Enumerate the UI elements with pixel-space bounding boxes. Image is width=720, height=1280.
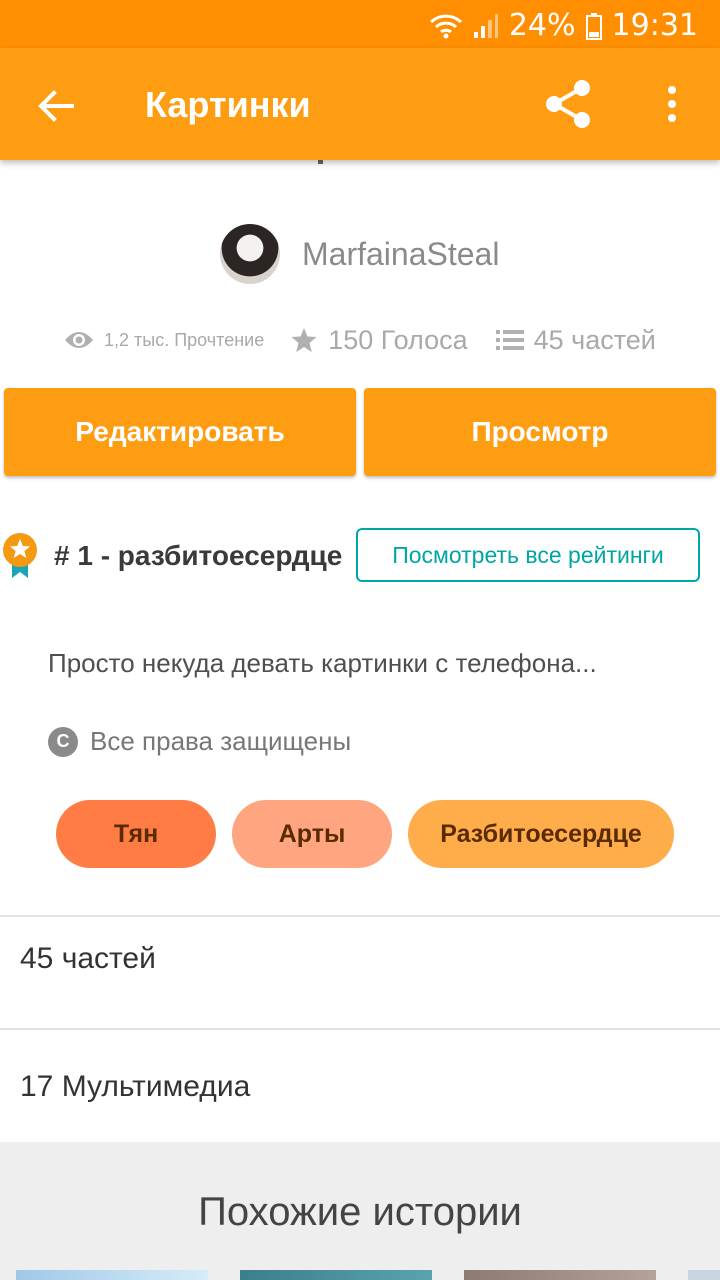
share-icon[interactable]	[542, 78, 594, 130]
back-arrow-icon[interactable]	[36, 86, 76, 126]
divider	[0, 915, 720, 917]
similar-stories-title: Похожие истории	[198, 1190, 522, 1234]
parts-count: 45 частей	[533, 324, 656, 355]
author-name[interactable]: MarfainaSteal	[302, 236, 499, 273]
parts-section-row[interactable]: 45 частей	[20, 942, 156, 976]
divider	[0, 1028, 720, 1030]
story-cover-thumbnail[interactable]	[16, 1270, 208, 1280]
preview-button[interactable]: Просмотр	[364, 388, 716, 476]
wifi-icon	[429, 14, 462, 38]
signal-icon	[473, 13, 498, 38]
avatar[interactable]	[220, 224, 280, 284]
reads-count: 1,2 тыс. Прочтение	[104, 329, 265, 350]
parts-stat: 45 частей	[495, 324, 656, 356]
story-cover-thumbnail[interactable]	[688, 1270, 720, 1280]
edit-button[interactable]: Редактировать	[4, 388, 356, 476]
page-title: Картинки	[145, 84, 311, 125]
story-description: Просто некуда девать картинки с телефона…	[48, 648, 597, 678]
author-row[interactable]: MarfainaSteal	[220, 224, 499, 284]
copyright-text: Все права защищены	[90, 726, 352, 756]
star-icon	[291, 328, 317, 352]
app-bar: Картинки	[0, 48, 720, 160]
clock: 19:31	[611, 8, 698, 43]
list-icon	[495, 330, 524, 350]
status-bar: 24% 19:31	[0, 0, 720, 48]
status-icons: 24% 19:31	[429, 8, 698, 43]
votes-count: 150 Голоса	[328, 324, 468, 355]
story-cover-thumbnail[interactable]	[464, 1270, 656, 1280]
ranking-text: # 1 - разбитоесердце	[54, 540, 343, 571]
view-all-rankings-button[interactable]: Посмотреть все рейтинги	[356, 528, 700, 582]
copyright-row: C Все права защищены	[48, 726, 351, 757]
medal-icon	[3, 533, 37, 578]
battery-icon	[585, 12, 602, 40]
eye-icon	[65, 332, 93, 348]
tag-chip[interactable]: Арты	[232, 800, 392, 868]
copyright-icon: C	[48, 726, 78, 757]
ranking-row: # 1 - разбитоесердце Посмотреть все рейт…	[0, 528, 720, 588]
media-section-row[interactable]: 17 Мультимедиа	[20, 1070, 250, 1104]
story-cover-thumbnail[interactable]	[240, 1270, 432, 1280]
story-stats: 1,2 тыс. Прочтение 150 Голоса 45 частей	[64, 318, 664, 362]
tag-chip[interactable]: Тян	[56, 800, 216, 868]
votes-stat: 150 Голоса	[290, 324, 468, 356]
tag-chip[interactable]: Разбитоесердце	[408, 800, 674, 868]
battery-percent: 24%	[508, 8, 576, 43]
similar-stories-section: Похожие истории	[0, 1142, 720, 1280]
reads-stat: 1,2 тыс. Прочтение	[64, 329, 264, 351]
more-vert-icon[interactable]	[660, 82, 684, 130]
